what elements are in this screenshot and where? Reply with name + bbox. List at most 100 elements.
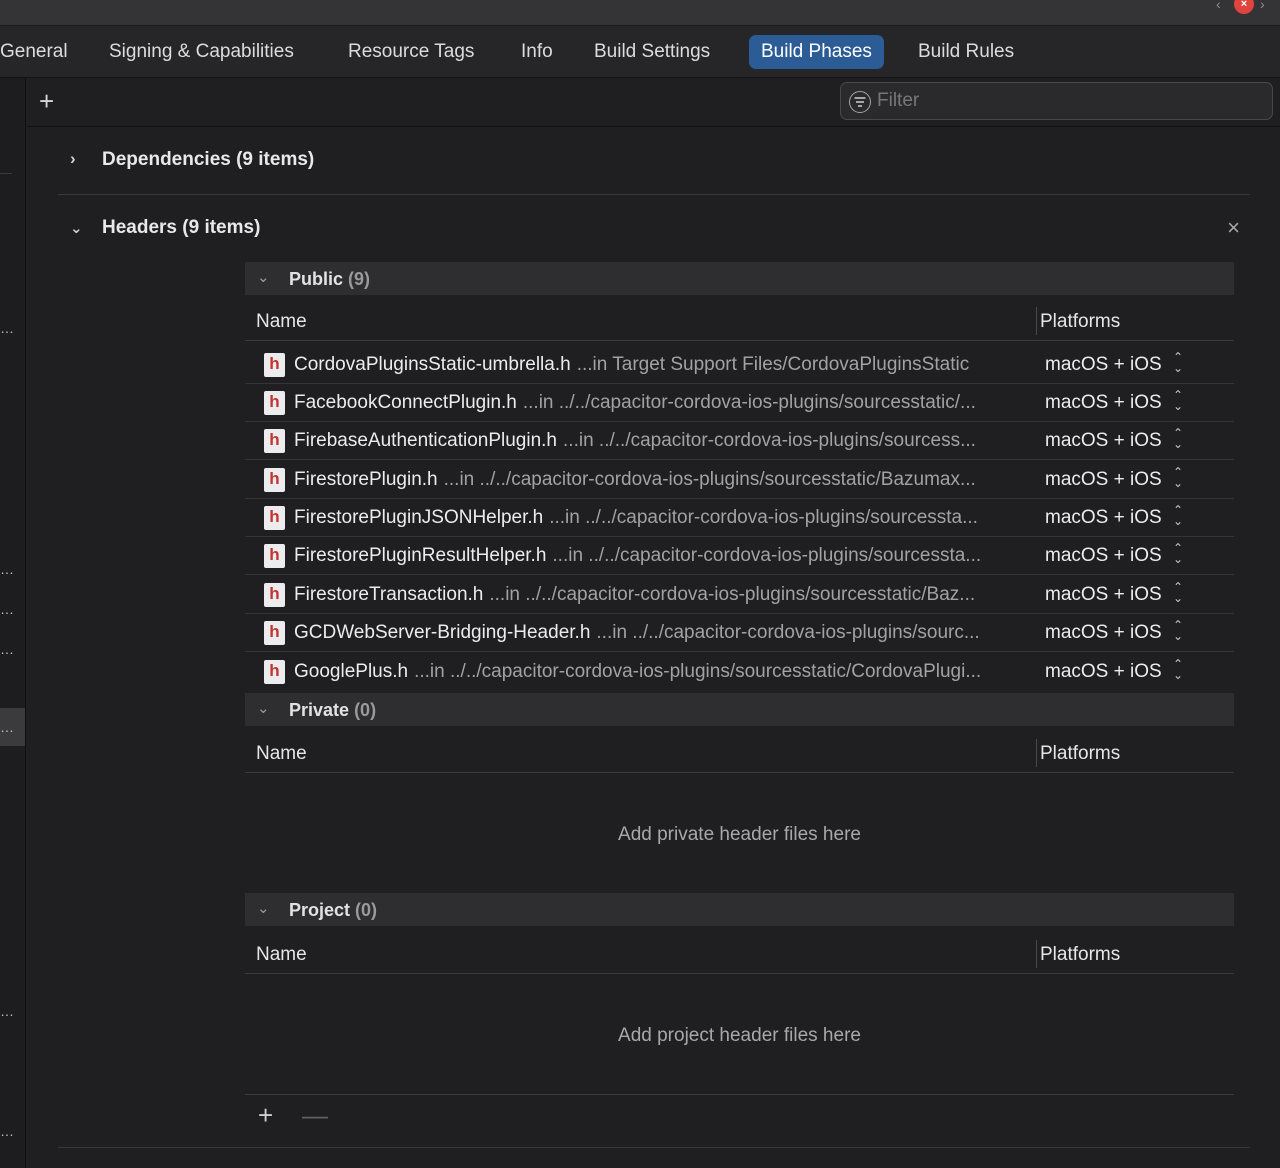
dependencies-phase-header[interactable]: › Dependencies (9 items): [58, 141, 1250, 181]
file-name: FirebaseAuthenticationPlugin.h: [294, 430, 558, 451]
group-title-label: Public: [289, 269, 344, 289]
header-file-icon: h: [264, 506, 285, 530]
delete-phase-icon[interactable]: ×: [1227, 215, 1240, 241]
file-name: FirestorePlugin.h: [294, 469, 438, 490]
group-count: (0): [355, 900, 378, 920]
file-path: ...in ../../capacitor-cordova-ios-plugin…: [414, 661, 982, 682]
close-window-icon[interactable]: ×: [1234, 0, 1254, 14]
filter-input[interactable]: [877, 83, 1257, 119]
up-down-chevron-icon[interactable]: ⌃ ⌄: [1173, 427, 1183, 450]
chevron-down-icon[interactable]: ⌄: [257, 699, 270, 717]
up-down-chevron-icon[interactable]: ⌃ ⌄: [1173, 542, 1183, 565]
name-column-header[interactable]: Name: [256, 743, 307, 765]
platforms-column-header[interactable]: Platforms: [1040, 944, 1120, 966]
header-file-icon: h: [264, 391, 285, 415]
name-column-header[interactable]: Name: [256, 311, 307, 333]
file-entry: FirestorePlugin.h ...in ../../capacitor-c…: [294, 469, 1029, 491]
file-path: ...in ../../capacitor-cordova-ios-plugin…: [596, 622, 980, 643]
table-row[interactable]: h GooglePlus.h ...in ../../capacitor-cord…: [245, 653, 1234, 691]
public-group-title: Public (9): [289, 269, 370, 290]
file-path: ...in ../../capacitor-cordova-ios-plugin…: [552, 545, 982, 566]
up-down-chevron-icon[interactable]: ⌃ ⌄: [1173, 351, 1183, 374]
platforms-value[interactable]: macOS + iOS: [1045, 584, 1162, 606]
table-row[interactable]: h CordovaPluginsStatic-umbrella.h ...in T…: [245, 346, 1234, 384]
table-row[interactable]: h FirestoreTransaction.h ...in ../../capa…: [245, 576, 1234, 614]
phase-divider: [58, 194, 1250, 195]
up-down-chevron-icon[interactable]: ⌃ ⌄: [1173, 619, 1183, 642]
navigator-sidebar-edge: … … … … … … …: [0, 78, 26, 1168]
file-entry: FirebaseAuthenticationPlugin.h ...in ../.…: [294, 430, 1029, 452]
add-header-button[interactable]: +: [258, 1100, 273, 1131]
tab-info[interactable]: Info: [509, 35, 565, 69]
tab-resource-tags[interactable]: Resource Tags: [336, 35, 486, 69]
sidebar-truncated-item[interactable]: …: [0, 562, 14, 576]
sidebar-truncated-item[interactable]: …: [0, 642, 14, 656]
project-group-header[interactable]: ⌄ Project (0): [245, 893, 1234, 926]
table-row[interactable]: h GCDWebServer-Bridging-Header.h ...in ..…: [245, 614, 1234, 652]
remove-header-button[interactable]: —: [302, 1100, 328, 1131]
editor-tab-bar: General Signing & Capabilities Resource …: [0, 26, 1280, 78]
back-arrow-icon[interactable]: ‹: [1216, 0, 1228, 11]
column-divider[interactable]: [1036, 940, 1037, 968]
sidebar-truncated-item[interactable]: …: [0, 1124, 14, 1138]
up-down-chevron-icon[interactable]: ⌃ ⌄: [1173, 581, 1183, 604]
sidebar-truncated-item[interactable]: …: [0, 321, 14, 335]
file-path: ...in ../../capacitor-cordova-ios-plugin…: [522, 392, 976, 413]
tab-signing-capabilities[interactable]: Signing & Capabilities: [97, 35, 306, 69]
private-group-title: Private (0): [289, 700, 376, 721]
table-row[interactable]: h FirestorePluginResultHelper.h ...in ../…: [245, 537, 1234, 575]
up-down-chevron-icon[interactable]: ⌃ ⌄: [1173, 389, 1183, 412]
sidebar-divider: [0, 173, 12, 174]
platforms-value[interactable]: macOS + iOS: [1045, 469, 1162, 491]
chevron-down-icon[interactable]: ⌄: [257, 268, 270, 286]
chevron-down-icon[interactable]: ⌄: [257, 899, 270, 917]
up-down-chevron-icon[interactable]: ⌃ ⌄: [1173, 504, 1183, 527]
sidebar-selected-item[interactable]: …: [0, 708, 25, 746]
public-group-header[interactable]: ⌄ Public (9): [245, 262, 1234, 295]
tab-build-settings[interactable]: Build Settings: [582, 35, 722, 69]
file-entry: CordovaPluginsStatic-umbrella.h ...in Tar…: [294, 354, 1029, 376]
file-path: ...in ../../capacitor-cordova-ios-plugin…: [549, 507, 978, 528]
file-entry: FacebookConnectPlugin.h ...in ../../capac…: [294, 392, 1029, 414]
chevron-right-icon[interactable]: ›: [70, 149, 84, 168]
file-name: GooglePlus.h: [294, 661, 409, 682]
sidebar-truncated-item[interactable]: …: [0, 602, 14, 616]
platforms-value[interactable]: macOS + iOS: [1045, 661, 1162, 683]
headers-phase-header[interactable]: ⌄ Headers (9 items) ×: [58, 209, 1250, 249]
platforms-column-header[interactable]: Platforms: [1040, 743, 1120, 765]
tab-build-phases[interactable]: Build Phases: [749, 35, 884, 69]
group-count: (0): [354, 700, 377, 720]
tab-general[interactable]: General: [0, 35, 80, 69]
private-group-header[interactable]: ⌄ Private (0): [245, 693, 1234, 726]
project-empty-placeholder: Add project header files here: [618, 1025, 861, 1046]
column-divider[interactable]: [1036, 739, 1037, 767]
name-column-header[interactable]: Name: [256, 944, 307, 966]
platforms-value[interactable]: macOS + iOS: [1045, 507, 1162, 529]
column-divider[interactable]: [1036, 307, 1037, 335]
window-top-bar: ‹ × ›: [0, 0, 1280, 26]
table-row[interactable]: h FirestorePluginJSONHelper.h ...in ../..…: [245, 499, 1234, 537]
table-row[interactable]: h FacebookConnectPlugin.h ...in ../../cap…: [245, 384, 1234, 422]
chevron-down-icon[interactable]: ⌄: [70, 219, 84, 237]
up-down-chevron-icon[interactable]: ⌃ ⌄: [1173, 658, 1183, 681]
tab-build-rules[interactable]: Build Rules: [906, 35, 1026, 69]
dependencies-title: Dependencies (9 items): [102, 149, 315, 170]
platforms-value[interactable]: macOS + iOS: [1045, 430, 1162, 452]
table-row[interactable]: h FirestorePlugin.h ...in ../../capacitor…: [245, 461, 1234, 499]
filter-field[interactable]: [840, 82, 1273, 120]
header-file-icon: h: [264, 583, 285, 607]
forward-arrow-icon[interactable]: ›: [1260, 0, 1272, 11]
sidebar-truncated-item[interactable]: …: [0, 1004, 14, 1018]
platforms-column-header[interactable]: Platforms: [1040, 311, 1120, 333]
group-count: (9): [348, 269, 371, 289]
up-down-chevron-icon[interactable]: ⌃ ⌄: [1173, 466, 1183, 489]
platforms-value[interactable]: macOS + iOS: [1045, 354, 1162, 376]
footer-divider: [245, 1094, 1234, 1095]
file-name: FirestorePluginJSONHelper.h: [294, 507, 544, 528]
file-path: ...in ../../capacitor-cordova-ios-plugin…: [489, 584, 976, 605]
platforms-value[interactable]: macOS + iOS: [1045, 392, 1162, 414]
add-build-phase-button[interactable]: +: [39, 88, 54, 114]
platforms-value[interactable]: macOS + iOS: [1045, 622, 1162, 644]
platforms-value[interactable]: macOS + iOS: [1045, 545, 1162, 567]
table-row[interactable]: h FirebaseAuthenticationPlugin.h ...in ..…: [245, 422, 1234, 460]
